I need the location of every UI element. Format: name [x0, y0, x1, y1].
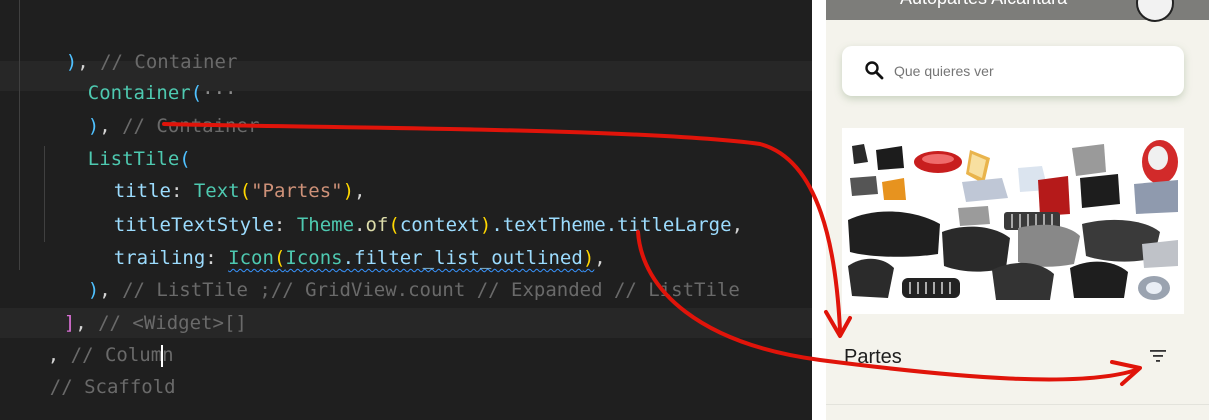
- code-line[interactable]: ), // Container: [42, 81, 260, 137]
- code-line[interactable]: ], // <Widget>[]: [18, 278, 247, 334]
- code-line[interactable]: ), // Container: [20, 17, 238, 73]
- code-line[interactable]: ListTile(: [42, 114, 191, 170]
- tile-title: Partes: [844, 346, 902, 368]
- code-editor[interactable]: ), // Container Container(··· ), // Cont…: [0, 0, 820, 420]
- app-preview: Autopartes Alcantara Que quieres ver: [826, 0, 1209, 420]
- code-line[interactable]: // Scaffold: [4, 342, 176, 398]
- app-bar: Autopartes Alcantara: [826, 0, 1209, 22]
- code-line[interactable]: title: Text("Partes"),: [68, 146, 366, 202]
- code-token: ,: [731, 214, 744, 236]
- filter-list-icon[interactable]: [1148, 348, 1168, 364]
- search-icon: [865, 61, 884, 80]
- code-line[interactable]: titleTextStyle: Theme.of(context).textTh…: [68, 180, 743, 236]
- code-line[interactable]: ), // ListTile ;// GridView.count // Exp…: [42, 245, 740, 301]
- code-line[interactable]: Container(···: [42, 48, 237, 104]
- code-comment: // Scaffold: [49, 376, 176, 398]
- avatar[interactable]: [1136, 0, 1174, 22]
- code-line[interactable]: trailing: Icon(Icons.filter_list_outline…: [68, 213, 606, 269]
- app-bar-title: Autopartes Alcantara: [900, 0, 1067, 9]
- divider: [826, 404, 1209, 405]
- search-placeholder: Que quieres ver: [894, 63, 994, 79]
- list-tile[interactable]: Partes: [826, 330, 1209, 386]
- code-line[interactable]: , // Column: [2, 310, 174, 367]
- search-field[interactable]: Que quieres ver: [842, 46, 1184, 96]
- auto-parts-image: [842, 128, 1184, 314]
